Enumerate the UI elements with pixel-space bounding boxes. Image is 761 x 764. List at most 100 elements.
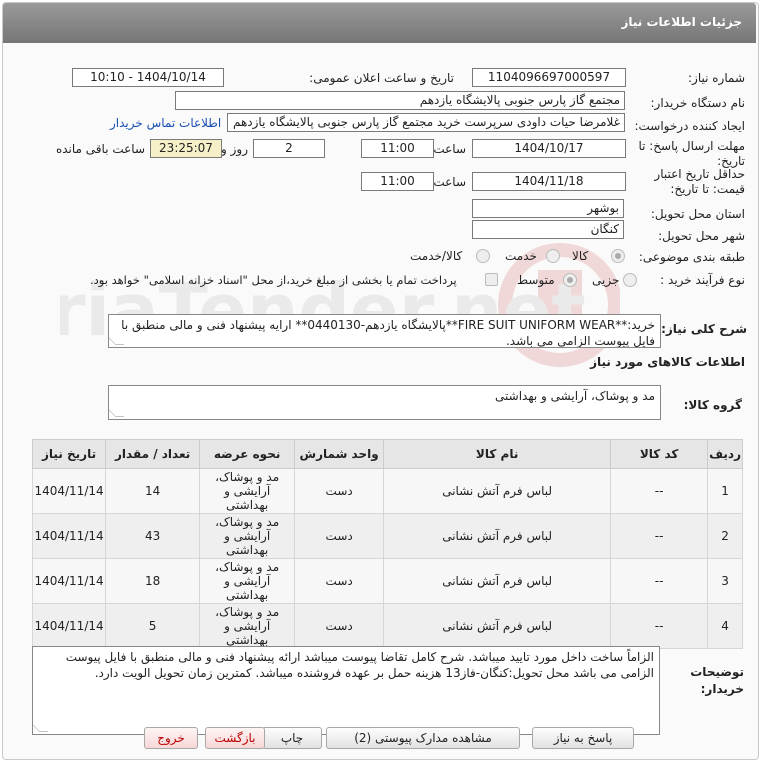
col-code-header: کد کالا: [610, 439, 709, 469]
item-name: لباس فرم آتش نشانی: [383, 558, 612, 604]
row-index: 2: [707, 513, 743, 559]
remaining-time-label: ساعت باقی مانده: [55, 142, 145, 156]
item-qty: 14: [105, 468, 201, 514]
item-name: لباس فرم آتش نشانی: [383, 603, 612, 649]
category-option-service: خدمت: [505, 249, 537, 263]
process-radio-medium[interactable]: [563, 273, 577, 287]
col-qty-header: تعداد / مقدار: [105, 439, 201, 469]
view-attachments-button[interactable]: مشاهده مدارک پیوستی (2): [326, 727, 520, 749]
col-name-header: نام کالا: [383, 439, 612, 469]
category-label: طبقه بندی موضوعی:: [638, 250, 745, 264]
category-radio-goods[interactable]: [611, 249, 625, 263]
item-qty: 43: [105, 513, 201, 559]
province-field[interactable]: بوشهر: [472, 199, 624, 218]
treasury-payment-checkbox[interactable]: [485, 273, 498, 286]
process-option-minor: جزیی: [592, 273, 620, 287]
row-index: 1: [707, 468, 743, 514]
days-remaining-field[interactable]: 2: [253, 139, 325, 158]
item-category: مد و پوشاک، آرایشی و بهداشتی: [199, 468, 296, 514]
deadline-time-label: ساعت: [433, 142, 466, 156]
description-textarea[interactable]: خرید:**FIRE SUIT UNIFORM WEAR**پالایشگاه…: [108, 314, 661, 348]
goods-group-value: مد و پوشاک، آرایشی و بهداشتی: [495, 389, 655, 403]
treasury-payment-note: پرداخت تمام یا بخشی از مبلغ خرید،از محل …: [90, 273, 457, 287]
col-date-header: تاریخ نیاز: [31, 439, 107, 469]
table-row[interactable]: 2 -- لباس فرم آتش نشانی دست مد و پوشاک، …: [31, 513, 743, 559]
item-name: لباس فرم آتش نشانی: [383, 513, 612, 559]
item-category: مد و پوشاک، آرایشی و بهداشتی: [199, 558, 296, 604]
panel-header: جزئیات اطلاعات نیاز: [3, 3, 756, 43]
item-unit: دست: [294, 603, 385, 649]
category-radio-service[interactable]: [546, 249, 560, 263]
validity-label: حداقل تاریخ اعتبار: [654, 167, 745, 181]
process-radio-minor[interactable]: [623, 273, 637, 287]
item-date: 1404/11/14: [31, 603, 107, 649]
item-code: --: [610, 558, 709, 604]
item-category: مد و پوشاک، آرایشی و بهداشتی: [199, 513, 296, 559]
item-code: --: [610, 468, 709, 514]
buyer-contact-link[interactable]: اطلاعات تماس خریدار: [110, 116, 221, 130]
item-date: 1404/11/14: [31, 558, 107, 604]
item-unit: دست: [294, 468, 385, 514]
buyer-notes-text: الزاماً ساخت داخل مورد تایید میباشد. شرح…: [65, 650, 654, 680]
item-date: 1404/11/14: [31, 513, 107, 559]
province-label: استان محل تحویل:: [650, 207, 745, 221]
row-index: 4: [707, 603, 743, 649]
goods-table: ردیف کد کالا نام کالا واحد شمارش نحوه عر…: [31, 439, 743, 649]
item-qty: 5: [105, 603, 201, 649]
back-button[interactable]: بازگشت: [205, 727, 265, 749]
announce-datetime-field[interactable]: 1404/10/14 - 10:10: [72, 68, 224, 87]
panel-title: جزئیات اطلاعات نیاز: [621, 15, 742, 29]
days-label: روز و: [221, 142, 248, 156]
category-radio-goods-service[interactable]: [476, 249, 490, 263]
announce-label: تاریخ و ساعت اعلان عمومی:: [309, 71, 454, 85]
table-row[interactable]: 3 -- لباس فرم آتش نشانی دست مد و پوشاک، …: [31, 558, 743, 604]
remaining-time-field[interactable]: 23:25:07: [150, 139, 222, 158]
buyer-org-field[interactable]: مجتمع گاز پارس جنوبی پالایشگاه یازدهم: [175, 91, 625, 110]
item-date: 1404/11/14: [31, 468, 107, 514]
item-code: --: [610, 513, 709, 559]
buyer-notes-label: توضیحات: [690, 665, 744, 679]
process-type-label: نوع فرآیند خرید :: [660, 273, 745, 287]
item-unit: دست: [294, 513, 385, 559]
print-button[interactable]: چاپ: [262, 727, 322, 749]
item-name: لباس فرم آتش نشانی: [383, 468, 612, 514]
row-index: 3: [707, 558, 743, 604]
city-label: شهر محل تحویل:: [658, 229, 745, 243]
exit-button[interactable]: خروج: [144, 727, 198, 749]
buyer-notes-label-2: خریدار:: [700, 682, 744, 696]
col-supply-header: نحوه عرضه: [199, 439, 296, 469]
buyer-org-label: نام دستگاه خریدار:: [650, 96, 746, 110]
need-number-field[interactable]: 1104096697000597: [472, 68, 626, 87]
goods-group-label: گروه کالا:: [683, 398, 742, 412]
description-label: شرح کلی نیاز:: [661, 322, 747, 336]
need-number-label: شماره نیاز:: [688, 71, 745, 85]
item-unit: دست: [294, 558, 385, 604]
item-code: --: [610, 603, 709, 649]
col-unit-header: واحد شمارش: [294, 439, 385, 469]
category-option-goods-service: کالا/خدمت: [410, 249, 463, 263]
goods-info-title: اطلاعات کالاهای مورد نیاز: [590, 355, 745, 369]
deadline-label-2: تاریخ:: [717, 154, 745, 168]
validity-time-label: ساعت: [433, 175, 466, 189]
deadline-date-field[interactable]: 1404/10/17: [472, 139, 626, 158]
buyer-notes-field[interactable]: الزاماً ساخت داخل مورد تایید میباشد. شرح…: [32, 646, 660, 735]
table-header-row: ردیف کد کالا نام کالا واحد شمارش نحوه عر…: [31, 439, 743, 469]
col-row-header: ردیف: [707, 439, 743, 469]
item-category: مد و پوشاک، آرایشی و بهداشتی: [199, 603, 296, 649]
table-row[interactable]: 4 -- لباس فرم آتش نشانی دست مد و پوشاک، …: [31, 603, 743, 649]
deadline-time-field[interactable]: 11:00: [361, 139, 434, 158]
item-qty: 18: [105, 558, 201, 604]
validity-date-field[interactable]: 1404/11/18: [472, 172, 626, 191]
description-text: خرید:**FIRE SUIT UNIFORM WEAR**پالایشگاه…: [121, 318, 655, 348]
requester-field[interactable]: غلامرضا حیات داودی سرپرست خرید مجتمع گاز…: [227, 113, 625, 132]
validity-time-field[interactable]: 11:00: [361, 172, 434, 191]
goods-group-field[interactable]: مد و پوشاک، آرایشی و بهداشتی: [108, 385, 661, 420]
validity-label-2: قیمت: تا تاریخ:: [670, 182, 745, 196]
category-option-goods: کالا: [572, 249, 589, 263]
requester-label: ایجاد کننده درخواست:: [634, 119, 745, 133]
deadline-label: مهلت ارسال پاسخ: تا: [638, 139, 745, 153]
respond-button[interactable]: پاسخ به نیاز: [532, 727, 634, 749]
city-field[interactable]: کنگان: [472, 220, 624, 239]
table-row[interactable]: 1 -- لباس فرم آتش نشانی دست مد و پوشاک، …: [31, 468, 743, 514]
process-option-medium: متوسط: [517, 273, 555, 287]
